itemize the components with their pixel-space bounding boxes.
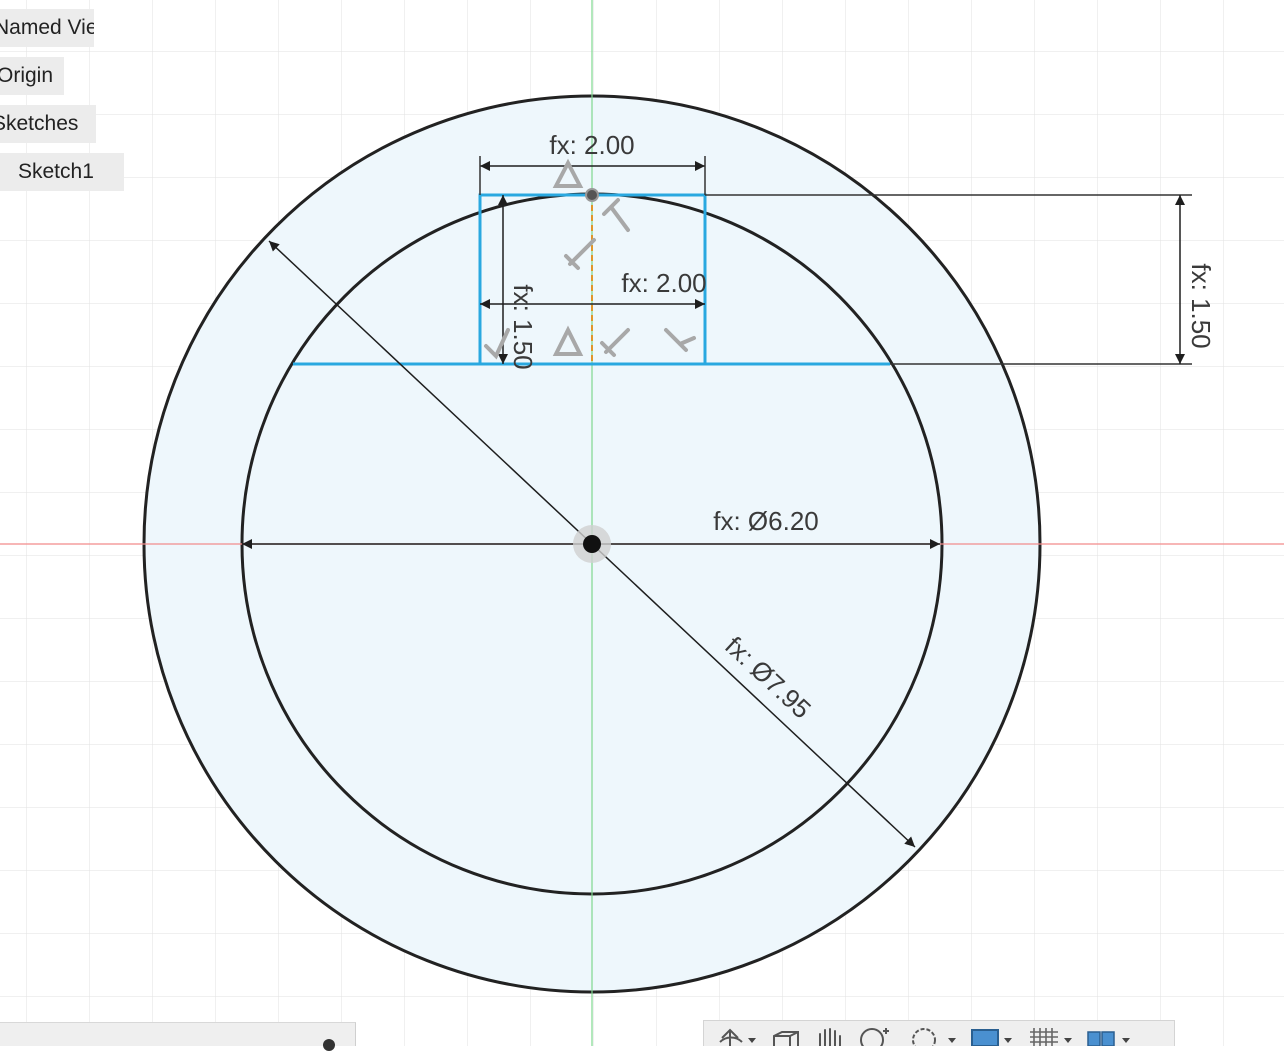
look-at-icon[interactable]: [768, 1022, 804, 1046]
browser-item-label: Sketches: [0, 112, 79, 135]
pan-hand-icon[interactable]: [810, 1022, 848, 1046]
zoom-icon[interactable]: [854, 1022, 898, 1046]
top-midpoint[interactable]: [585, 188, 599, 202]
grid-settings-icon[interactable]: [1026, 1022, 1078, 1046]
inner-diameter-dimension-text[interactable]: fx: Ø6.20: [713, 506, 819, 536]
viewports-icon[interactable]: [1084, 1022, 1138, 1046]
browser-item-named-views[interactable]: Named Views: [0, 9, 94, 47]
origin-point[interactable]: [583, 535, 601, 553]
sketch-canvas[interactable]: fx: 2.00 fx: 2.00 fx: 1.50 fx: 1.50 fx: …: [0, 0, 1284, 1046]
comment-icon[interactable]: [323, 1039, 335, 1051]
top-width-dimension-text[interactable]: fx: 2.00: [549, 130, 634, 160]
browser-item-sketches[interactable]: Sketches: [0, 105, 96, 143]
left-height-dimension-text[interactable]: fx: 1.50: [508, 284, 538, 369]
browser-item-label: Named Views: [0, 16, 94, 39]
navigation-toolbar: [703, 1020, 1175, 1046]
browser-item-label: Origin: [0, 64, 54, 87]
browser-item-label: Sketch1: [18, 160, 94, 183]
fit-window-icon[interactable]: [904, 1022, 962, 1046]
right-height-dimension-text[interactable]: fx: 1.50: [1186, 263, 1216, 348]
browser-item-sketch1[interactable]: Sketch1: [0, 153, 124, 191]
comments-bar: [0, 1022, 356, 1051]
browser-item-origin[interactable]: Origin: [0, 57, 64, 95]
orbit-icon[interactable]: [712, 1022, 762, 1046]
inner-width-dimension-text[interactable]: fx: 2.00: [621, 268, 706, 298]
display-settings-icon[interactable]: [968, 1022, 1020, 1046]
